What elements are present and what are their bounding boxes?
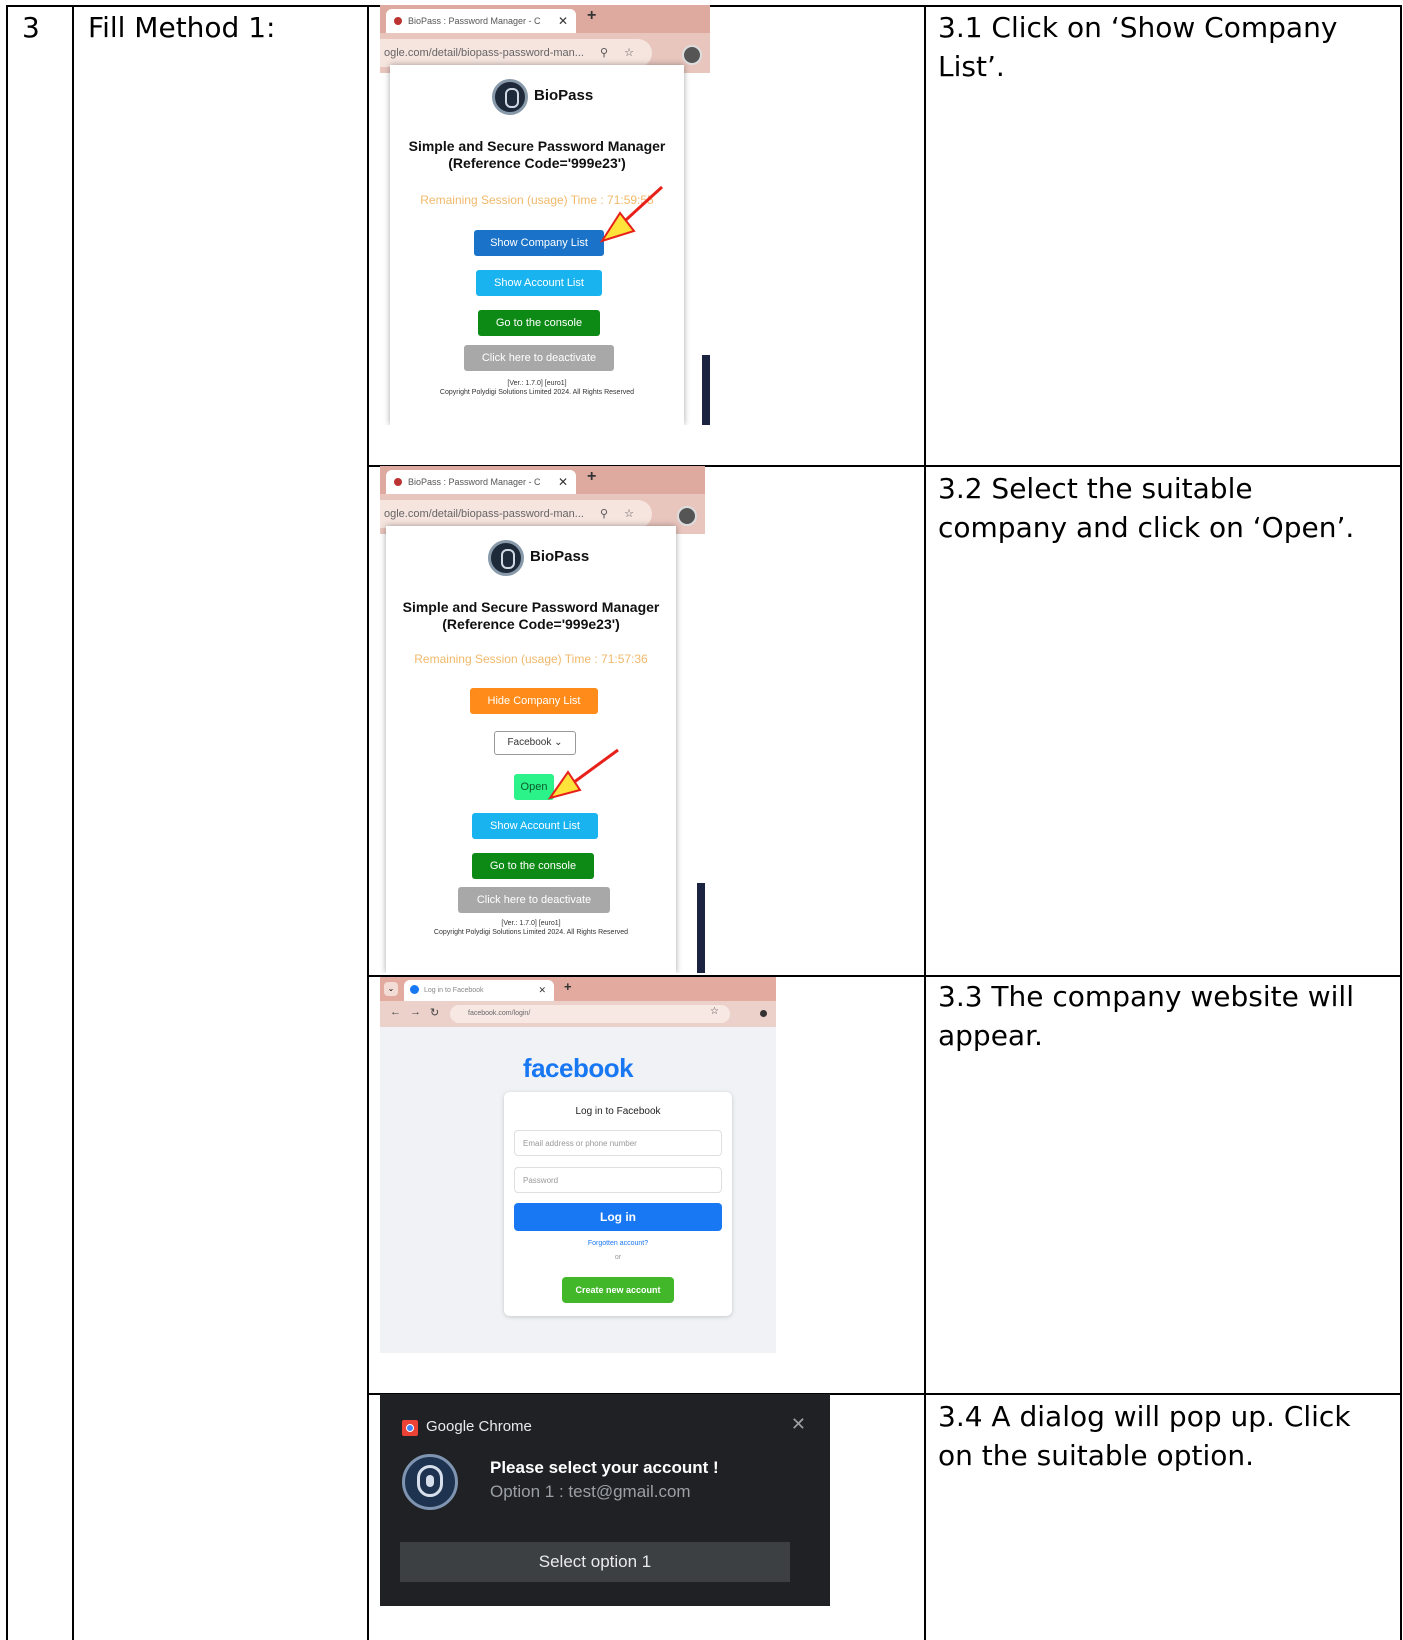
login-card: Log in to Facebook Email address or phon… — [504, 1092, 732, 1316]
screenshot-facebook-login: ⌄ Log in to Facebook ✕ + ← → ↻ facebook.… — [380, 977, 776, 1353]
step-3-2: 3.2 Select the suitable company and clic… — [938, 472, 1355, 544]
forgot-account-link[interactable]: Forgotten account? — [504, 1240, 732, 1247]
table-border-left — [6, 5, 8, 1640]
password-field[interactable]: Password — [514, 1167, 722, 1193]
star-icon[interactable]: ☆ — [710, 1006, 719, 1017]
browser-tab[interactable]: Log in to Facebook ✕ — [404, 980, 554, 1001]
table-border-col2 — [367, 5, 369, 1640]
create-account-button[interactable]: Create new account — [562, 1277, 674, 1303]
url-text: facebook.com/login/ — [468, 1010, 531, 1017]
method-label: Fill Method 1: — [88, 11, 276, 44]
tab-search-icon[interactable]: ⌄ — [384, 982, 398, 996]
annotation-arrow-icon — [599, 185, 664, 243]
browser-tab-bar: ⌄ Log in to Facebook ✕ + — [380, 977, 776, 1001]
facebook-favicon-icon — [410, 985, 419, 994]
table-border-col3 — [924, 5, 926, 1640]
table-border-col1 — [72, 5, 74, 1640]
tab-title: Log in to Facebook — [424, 987, 484, 994]
annotation-arrow-icon — [547, 748, 619, 800]
new-tab-icon[interactable]: + — [564, 979, 572, 994]
close-icon[interactable]: ✕ — [791, 1414, 806, 1435]
forward-icon[interactable]: → — [410, 1006, 421, 1018]
step-3-1: 3.1 Click on ‘Show Company List’. — [938, 11, 1338, 83]
chrome-icon — [402, 1420, 418, 1436]
row-number: 3 — [22, 11, 40, 44]
notification-message: Option 1 : test@gmail.com — [490, 1482, 691, 1501]
back-icon[interactable]: ← — [390, 1006, 401, 1018]
reload-icon[interactable]: ↻ — [430, 1006, 439, 1019]
step-3-4: 3.4 A dialog will pop up. Click on the s… — [938, 1400, 1351, 1472]
screenshot-biopass-show-company: BioPass : Password Manager - C ✕ + ogle.… — [380, 5, 710, 425]
url-field[interactable]: facebook.com/login/ — [450, 1005, 730, 1023]
notification-app-name: Google Chrome — [426, 1418, 532, 1435]
facebook-logo: facebook — [522, 1053, 634, 1083]
tab-close-icon[interactable]: ✕ — [538, 980, 546, 1001]
screenshot-biopass-open-company: BioPass : Password Manager - C ✕ + ogle.… — [380, 466, 705, 973]
or-divider: or — [614, 1254, 622, 1261]
select-option-button[interactable]: Select option 1 — [400, 1542, 790, 1582]
login-button[interactable]: Log in — [514, 1203, 722, 1231]
biopass-avatar-icon — [402, 1454, 458, 1510]
screenshot-chrome-notification: Google Chrome ✕ Please select your accou… — [380, 1394, 830, 1606]
table-border-right — [1400, 5, 1402, 1640]
login-card-title: Log in to Facebook — [575, 1106, 661, 1117]
profile-icon[interactable] — [760, 1010, 767, 1017]
notification-title: Please select your account ! — [490, 1458, 719, 1477]
address-bar: ← → ↻ facebook.com/login/ ☆ — [380, 1001, 776, 1027]
step-3-3: 3.3 The company website will appear. — [938, 980, 1354, 1052]
email-field[interactable]: Email address or phone number — [514, 1130, 722, 1156]
